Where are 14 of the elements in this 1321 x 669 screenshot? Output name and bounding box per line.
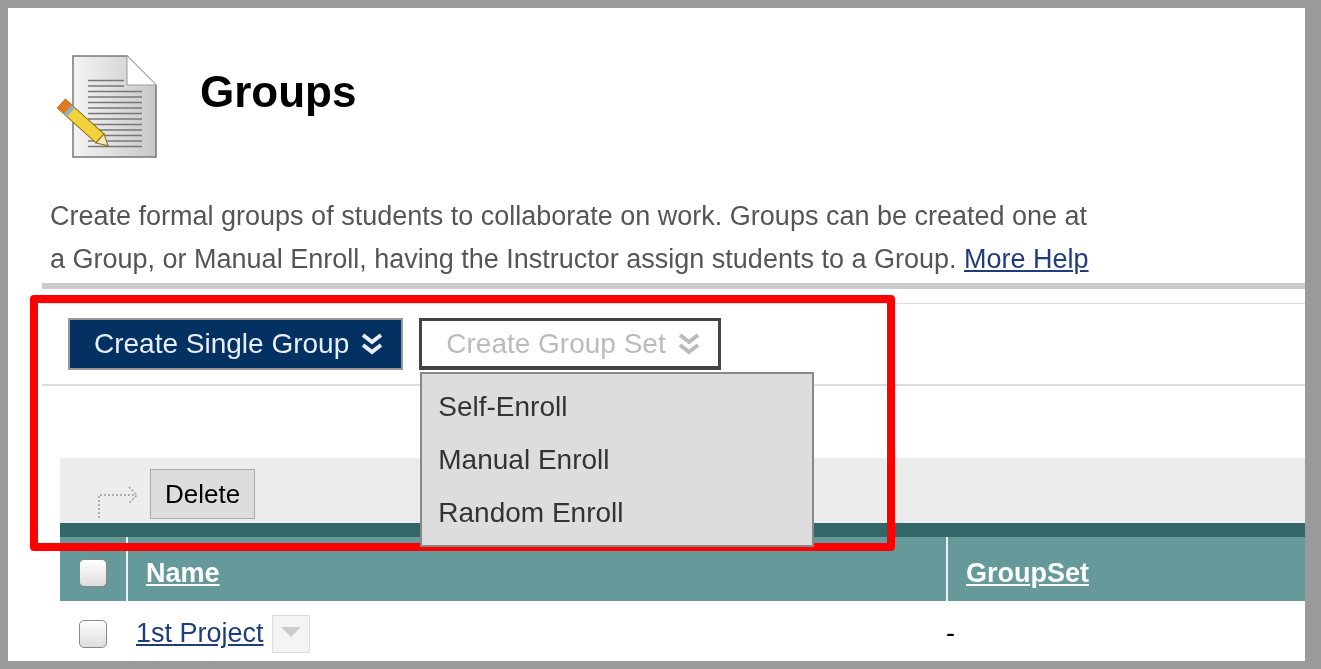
menu-item[interactable]: Manual Enroll	[422, 433, 813, 486]
checkbox[interactable]	[79, 619, 107, 648]
checkbox[interactable]	[79, 559, 107, 587]
table-cell: -	[946, 618, 955, 649]
delete-button[interactable]: Delete	[150, 469, 256, 519]
document-pencil-icon	[54, 55, 160, 161]
description-text: Create formal groups of students to collaborate on work. Groups can be created one at a Group, or Manual Enroll, having the Instructor assign students to a Group. More Help	[50, 200, 1090, 276]
group-link[interactable]: 1st Project	[136, 618, 264, 649]
page-title: Groups	[200, 67, 357, 117]
menu-item[interactable]: Random Enroll	[422, 486, 813, 539]
menu-button[interactable]: Create Single Group	[68, 318, 404, 370]
dotted-arrow-icon	[96, 483, 140, 519]
help-link[interactable]: More Help	[964, 244, 1089, 274]
menu-item[interactable]: Self-Enroll	[422, 380, 813, 433]
